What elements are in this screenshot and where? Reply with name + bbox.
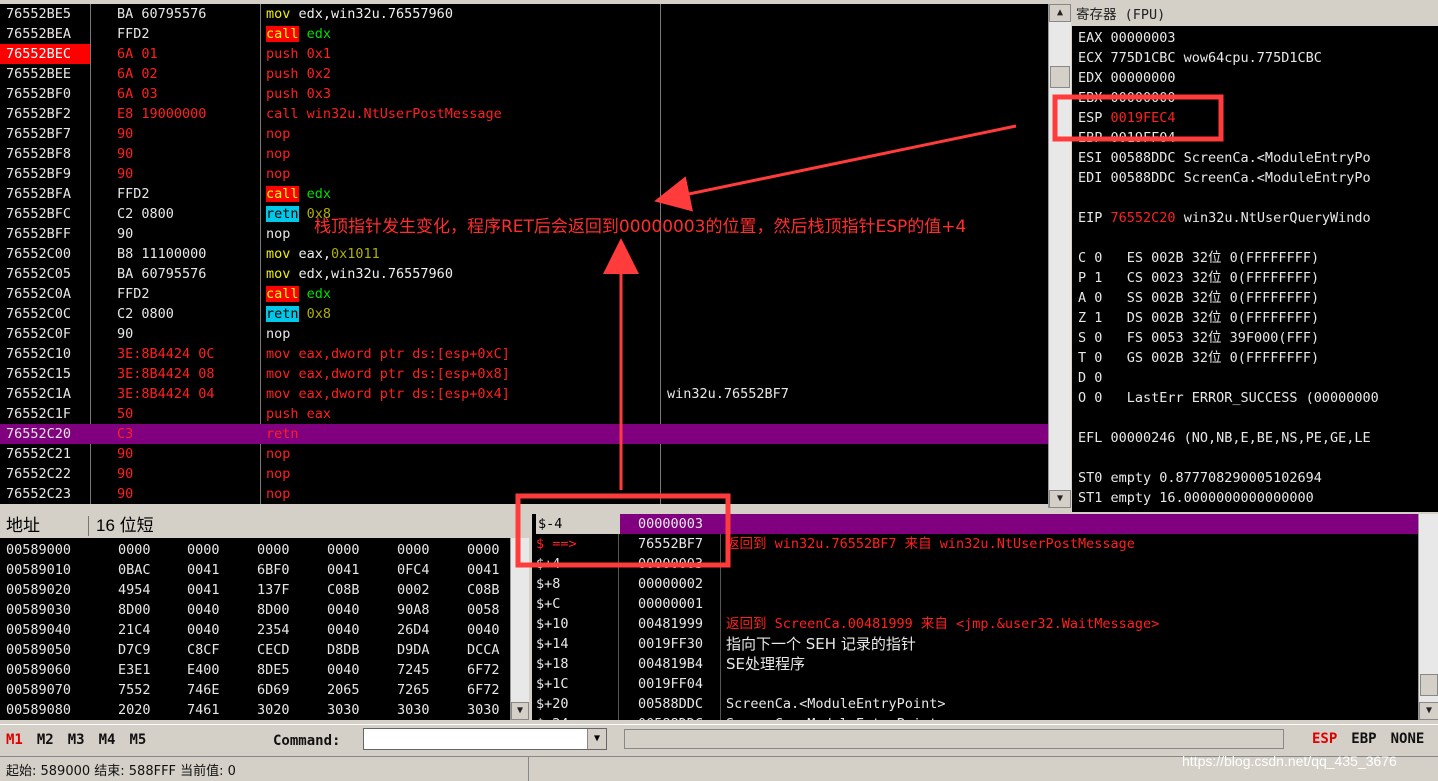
annotation-text: 栈顶指针发生变化，程序RET后会返回到00000003的位置，然后栈顶指针ESP… (314, 217, 967, 237)
highlight-stack-top-box (515, 493, 731, 568)
highlight-esp-box (1052, 94, 1224, 142)
arrow-to-annotation (654, 124, 1017, 212)
annotation-overlay (515, 94, 1224, 568)
